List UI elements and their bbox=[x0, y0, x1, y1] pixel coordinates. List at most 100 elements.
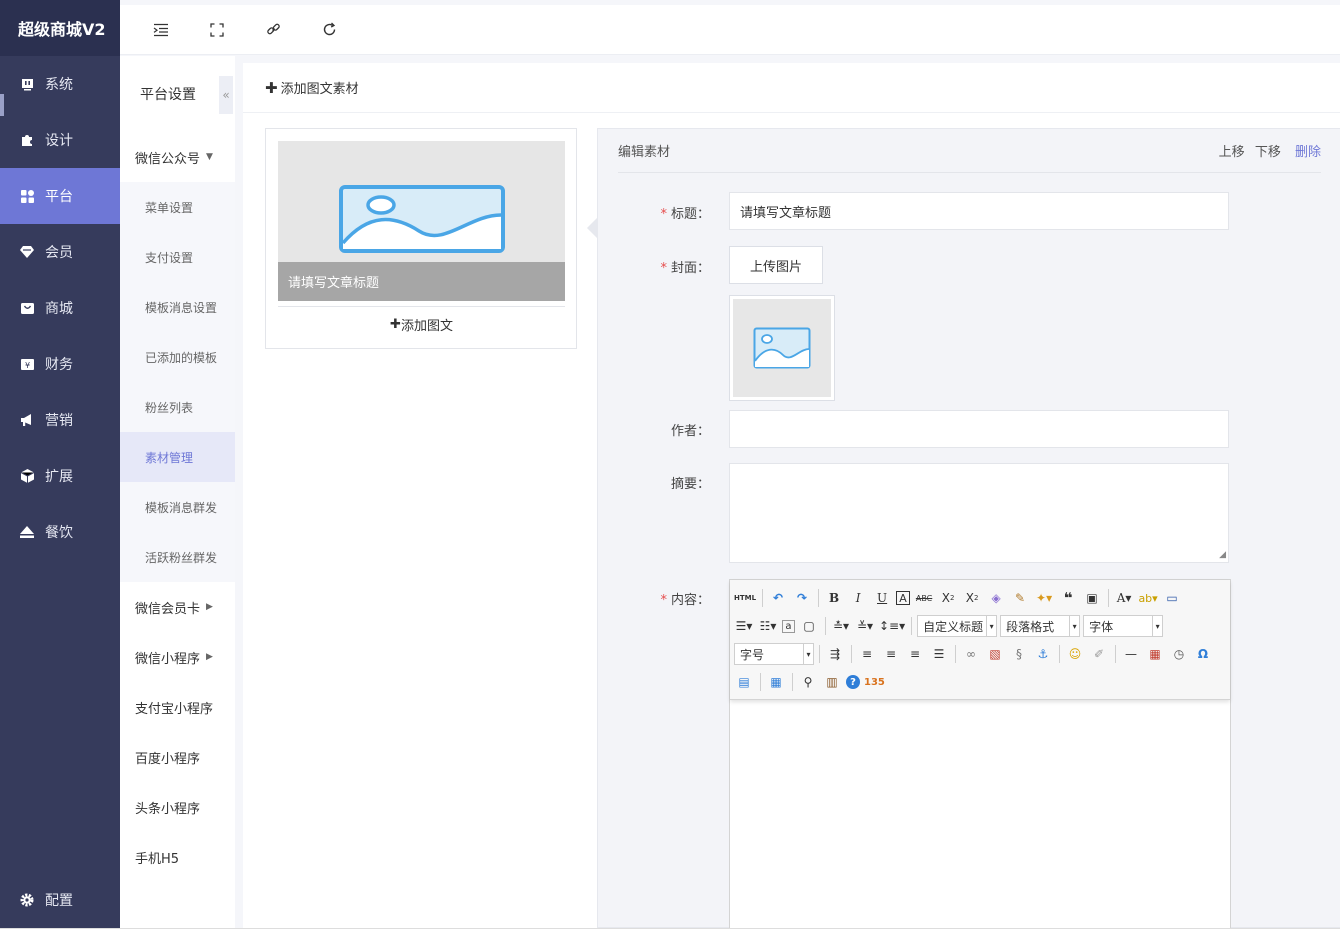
direction-icon[interactable]: ⇶ bbox=[825, 643, 845, 665]
align-right-icon[interactable]: ≡ bbox=[905, 643, 925, 665]
sub-group-baidu-miniapp[interactable]: 百度小程序 bbox=[120, 732, 235, 782]
sub-item-template-broadcast[interactable]: 模板消息群发 bbox=[120, 482, 235, 532]
time-icon[interactable]: ◷ bbox=[1169, 643, 1189, 665]
nav-item-store[interactable]: 商城 bbox=[0, 280, 120, 336]
nav-item-system[interactable]: 系统 bbox=[0, 56, 120, 112]
unlink-icon[interactable]: § bbox=[1009, 643, 1029, 665]
undo-icon[interactable]: ↶ bbox=[768, 587, 788, 609]
link-icon[interactable]: ∞ bbox=[961, 643, 981, 665]
line-height-icon[interactable]: ↕≡▾ bbox=[879, 615, 905, 637]
sub-item-menu-settings[interactable]: 菜单设置 bbox=[120, 182, 235, 232]
date-icon[interactable]: ▦ bbox=[1145, 643, 1165, 665]
blockquote-icon[interactable]: ❝ bbox=[1058, 587, 1078, 609]
link-button[interactable] bbox=[258, 15, 288, 45]
sub-group-toutiao-miniapp[interactable]: 头条小程序 bbox=[120, 782, 235, 832]
image-icon[interactable]: ▧ bbox=[985, 643, 1005, 665]
nav-label-catering: 餐饮 bbox=[45, 525, 73, 541]
nav-item-member[interactable]: 会员 bbox=[0, 224, 120, 280]
anchor-icon[interactable]: ⚓ bbox=[1033, 643, 1053, 665]
move-up-button[interactable]: 上移 bbox=[1219, 145, 1245, 160]
nav-item-design[interactable]: 设计 bbox=[0, 112, 120, 168]
sub-item-payment-settings[interactable]: 支付设置 bbox=[120, 232, 235, 282]
template-icon[interactable]: ▥ bbox=[822, 671, 842, 693]
editor-content-body[interactable] bbox=[730, 700, 1230, 928]
title-input[interactable]: 请填写文章标题 bbox=[729, 192, 1229, 230]
menu-toggle-button[interactable] bbox=[146, 15, 176, 45]
font-border-icon[interactable]: A bbox=[896, 591, 911, 605]
fullscreen-button[interactable] bbox=[202, 15, 232, 45]
custom-title-value: 自定义标题 bbox=[923, 619, 984, 634]
sub-item-fans-list[interactable]: 粉丝列表 bbox=[120, 382, 235, 432]
summary-textarea[interactable]: ◢ bbox=[729, 463, 1229, 563]
preview-cover[interactable]: 请填写文章标题 bbox=[278, 141, 565, 301]
ordered-list-icon[interactable]: ☰▾ bbox=[734, 615, 754, 637]
unordered-list-icon[interactable]: ☷▾ bbox=[758, 615, 778, 637]
refresh-button[interactable] bbox=[314, 15, 344, 45]
paste-plain-icon[interactable]: ▣ bbox=[1082, 587, 1102, 609]
resize-handle-icon[interactable]: ◢ bbox=[1219, 550, 1226, 560]
add-material-title: 添加图文素材 bbox=[280, 82, 359, 97]
auto-format-icon[interactable]: ✦▾ bbox=[1034, 587, 1054, 609]
sub-item-template-msg-settings[interactable]: 模板消息设置 bbox=[120, 282, 235, 332]
delete-button[interactable]: 删除 bbox=[1295, 145, 1321, 160]
format-brush-icon[interactable]: ✎ bbox=[1010, 587, 1030, 609]
eraser-icon[interactable]: ◈ bbox=[986, 587, 1006, 609]
italic-icon[interactable]: I bbox=[848, 587, 868, 609]
underline-icon[interactable]: U bbox=[872, 587, 892, 609]
custom-title-dropdown[interactable]: 自定义标题 ▾ bbox=[917, 615, 998, 637]
sub-group-mobile-h5[interactable]: 手机H5 bbox=[120, 832, 235, 882]
emoji-icon[interactable]: ☺ bbox=[1065, 643, 1085, 665]
nav-item-config[interactable]: 配置 bbox=[0, 872, 120, 928]
news-preview-card[interactable]: 请填写文章标题 ✚ 添加图文 bbox=[265, 128, 577, 349]
sub-group-wechat-oa[interactable]: 微信公众号 ▼ bbox=[120, 132, 235, 182]
horizontal-rule-icon[interactable]: — bbox=[1121, 643, 1141, 665]
redo-icon[interactable]: ↷ bbox=[792, 587, 812, 609]
sub-group-wechat-card[interactable]: 微信会员卡 ▶ bbox=[120, 582, 235, 632]
nav-item-extend[interactable]: 扩展 bbox=[0, 448, 120, 504]
cover-thumbnail[interactable] bbox=[729, 295, 835, 401]
bold-icon[interactable]: B bbox=[824, 587, 844, 609]
wordimage-icon[interactable]: ▤ bbox=[734, 671, 754, 693]
strikethrough-icon[interactable]: ABC bbox=[914, 587, 934, 609]
xiumi-icon[interactable]: 135 bbox=[864, 671, 885, 693]
row-spacing-top-icon[interactable]: ≛▾ bbox=[831, 615, 851, 637]
indent-text-icon[interactable]: a bbox=[782, 619, 795, 633]
highlight-color-icon[interactable]: ab▾ bbox=[1138, 587, 1158, 609]
sub-group-wechat-miniapp[interactable]: 微信小程序 ▶ bbox=[120, 632, 235, 682]
paragraph-format-dropdown[interactable]: 段落格式 ▾ bbox=[1000, 615, 1081, 637]
sub-panel-wechat-oa: 菜单设置 支付设置 模板消息设置 已添加的模板 粉丝列表 素材管理 模板消息群发… bbox=[120, 182, 235, 582]
special-chars-icon[interactable]: Ω bbox=[1193, 643, 1213, 665]
sub-item-active-fans-broadcast[interactable]: 活跃粉丝群发 bbox=[120, 532, 235, 582]
row-spacing-bottom-icon[interactable]: ≚▾ bbox=[855, 615, 875, 637]
superscript-icon[interactable]: X2 bbox=[938, 587, 958, 609]
help-icon[interactable]: ? bbox=[846, 675, 860, 689]
align-justify-icon[interactable]: ☰ bbox=[929, 643, 949, 665]
font-family-dropdown[interactable]: 字体 ▾ bbox=[1083, 615, 1164, 637]
sub-group-alipay-miniapp[interactable]: 支付宝小程序 bbox=[120, 682, 235, 732]
preview-screen-icon[interactable]: ▭ bbox=[1162, 587, 1182, 609]
search-replace-icon[interactable]: ⚲ bbox=[798, 671, 818, 693]
sub-group-label: 头条小程序 bbox=[135, 801, 201, 817]
nav-label-design: 设计 bbox=[45, 133, 73, 149]
nav-item-marketing[interactable]: 营销 bbox=[0, 392, 120, 448]
nav-item-catering[interactable]: 餐饮 bbox=[0, 504, 120, 560]
align-center-icon[interactable]: ≡ bbox=[881, 643, 901, 665]
align-left-icon[interactable]: ≡ bbox=[857, 643, 877, 665]
add-news-button[interactable]: ✚ 添加图文 bbox=[278, 306, 565, 342]
scrawl-icon[interactable]: ✐ bbox=[1089, 643, 1109, 665]
font-size-dropdown[interactable]: 字号 ▾ bbox=[734, 643, 814, 665]
upload-image-button[interactable]: 上传图片 bbox=[729, 246, 823, 284]
html-source-button[interactable]: HTML bbox=[734, 587, 756, 609]
clear-doc-icon[interactable]: ▢ bbox=[799, 615, 819, 637]
author-input[interactable] bbox=[729, 410, 1229, 448]
sub-item-added-templates[interactable]: 已添加的模板 bbox=[120, 332, 235, 382]
nav-item-finance[interactable]: ¥ 财务 bbox=[0, 336, 120, 392]
insert-table-icon[interactable]: ▦ bbox=[766, 671, 786, 693]
sub-item-material-management[interactable]: 素材管理 bbox=[120, 432, 235, 482]
font-color-icon[interactable]: A▾ bbox=[1114, 587, 1134, 609]
collapse-sidebar-button[interactable]: « bbox=[219, 76, 233, 114]
subscript-icon[interactable]: X2 bbox=[962, 587, 982, 609]
move-down-button[interactable]: 下移 bbox=[1255, 145, 1281, 160]
nav-item-platform[interactable]: 平台 bbox=[0, 168, 120, 224]
material-editor: 编辑素材 上移 下移 删除 * 标题： 请填写文章标题 * 封面： 上传图片 作… bbox=[597, 128, 1340, 929]
